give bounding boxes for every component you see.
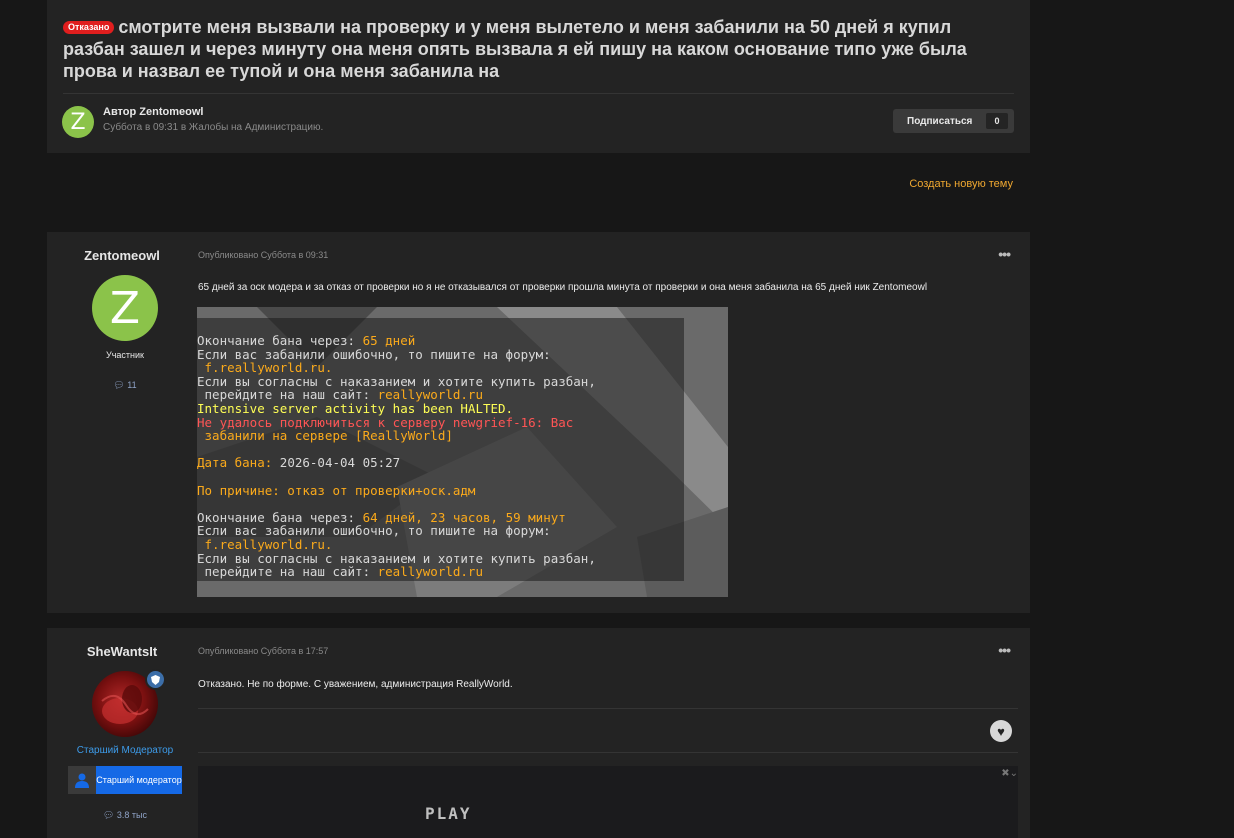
post-divider [198, 708, 1018, 709]
staff-badge: Старший модератор [68, 766, 182, 794]
ban-message: Окончание бана через: 65 дней Если вас з… [197, 333, 596, 580]
staff-badge-label: Старший модератор [96, 766, 182, 794]
close-icon[interactable]: ✖⌄ [1001, 768, 1018, 779]
topic-title-text: смотрите меня вызвали на проверку и у ме… [63, 17, 967, 81]
post-author-name[interactable]: SheWantsIt [47, 644, 197, 659]
author-rank: Старший Модератор [76, 745, 174, 756]
follow-button[interactable]: Подписаться 0 [893, 109, 1014, 133]
comment-icon: 💬︎ [113, 380, 125, 390]
post: Zentomeowl Z Участник 💬︎ 11 Опубликовано… [47, 232, 1030, 613]
post-body-text: 65 дней за оск модера и за отказ от пров… [198, 282, 928, 293]
like-heart-icon[interactable]: ♥ [990, 720, 1012, 742]
author-avatar[interactable]: Z [62, 106, 94, 138]
avatar-letter: Z [70, 109, 86, 135]
post-divider [198, 752, 1018, 753]
post-count[interactable]: 💬︎ 11 [47, 380, 203, 391]
post: SheWantsIt Старший Модератор Старший мод… [47, 628, 1030, 838]
post-author-name[interactable]: Zentomeowl [47, 248, 197, 263]
status-badge: Отказано [63, 21, 115, 34]
follow-label: Подписаться [907, 115, 973, 127]
follow-count: 0 [986, 113, 1008, 129]
moderator-shield-icon [145, 669, 166, 690]
topic-title: Отказано смотрите меня вызвали на проверк… [63, 16, 1013, 82]
post-date[interactable]: Опубликовано Суббота в 09:31 [198, 250, 328, 260]
post-body-text: Отказано. Не по форме. С уважением, адми… [198, 679, 513, 690]
author-rank: Участник [106, 350, 144, 360]
header-divider [63, 93, 1014, 94]
topic-header: Отказано смотрите меня вызвали на проверк… [47, 0, 1030, 153]
author-name[interactable]: Автор Zentomeowl [103, 106, 203, 118]
user-icon [68, 766, 96, 794]
post-menu-icon[interactable]: ••• [998, 642, 1011, 658]
ban-screenshot[interactable]: Окончание бана через: 65 дней Если вас з… [197, 307, 728, 597]
post-date[interactable]: Опубликовано Суббота в 17:57 [198, 646, 328, 656]
post-count-value: 11 [127, 380, 137, 390]
topic-meta: Суббота в 09:31 в Жалобы на Администраци… [103, 122, 324, 133]
post-count[interactable]: 💬︎ 3.8 тыс [47, 810, 203, 821]
video-embed[interactable] [198, 766, 1018, 838]
video-play-label[interactable]: PLAY [425, 804, 472, 823]
comment-icon: 💬︎ [102, 810, 115, 820]
post-count-value: 3.8 тыс [116, 810, 148, 820]
post-menu-icon[interactable]: ••• [998, 246, 1011, 262]
create-topic-link[interactable]: Создать новую тему [909, 178, 1013, 190]
avatar-letter: Z [109, 282, 141, 334]
post-author-avatar[interactable]: Z [92, 275, 158, 341]
